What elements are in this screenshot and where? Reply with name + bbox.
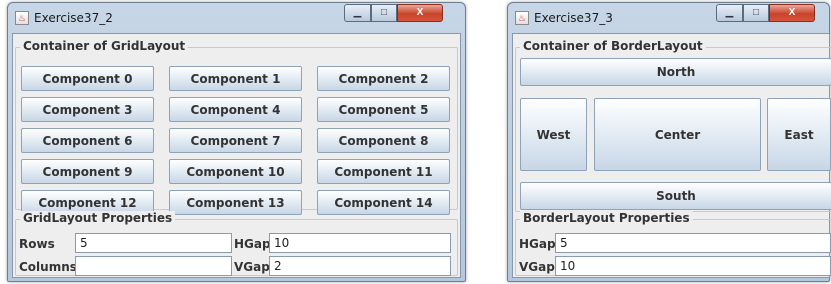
- title-bar[interactable]: ♨ Exercise37_3 ▁ □ X: [508, 3, 829, 33]
- java-app-icon: ♨: [515, 11, 529, 25]
- vgap-label: VGap: [519, 260, 555, 274]
- java-app-icon: ♨: [15, 11, 29, 25]
- minimize-button[interactable]: ▁: [716, 4, 743, 22]
- columns-field[interactable]: [75, 256, 232, 276]
- vgap-label: VGap: [234, 260, 270, 274]
- title-bar[interactable]: ♨ Exercise37_2 ▁ □ X: [8, 3, 465, 33]
- grid-component-button-0[interactable]: Component 0: [21, 66, 154, 91]
- close-icon: X: [416, 7, 424, 18]
- grid-component-button-1[interactable]: Component 1: [169, 66, 302, 91]
- vgap-field[interactable]: [555, 256, 831, 276]
- minimize-icon: ▁: [725, 7, 734, 18]
- maximize-icon: □: [752, 7, 760, 18]
- window-title: Exercise37_3: [534, 11, 613, 25]
- columns-label: Columns: [19, 260, 77, 274]
- grid-component-button-4[interactable]: Component 4: [169, 97, 302, 122]
- grid-component-button-8[interactable]: Component 8: [317, 128, 450, 153]
- rows-field[interactable]: [75, 233, 232, 253]
- grid-component-button-9[interactable]: Component 9: [21, 159, 154, 184]
- caption-buttons: ▁ □ X: [716, 4, 831, 23]
- rows-label: Rows: [19, 237, 55, 251]
- hgap-field[interactable]: [269, 233, 451, 253]
- vgap-field[interactable]: [269, 256, 451, 276]
- window-exercise37-2: ♨ Exercise37_2 ▁ □ X Container of GridLa…: [7, 2, 466, 282]
- maximize-button[interactable]: □: [743, 4, 769, 22]
- grid-component-button-3[interactable]: Component 3: [21, 97, 154, 122]
- grid-component-button-6[interactable]: Component 6: [21, 128, 154, 153]
- grid-component-button-2[interactable]: Component 2: [317, 66, 450, 91]
- minimize-icon: ▁: [353, 7, 362, 18]
- grid-component-button-10[interactable]: Component 10: [169, 159, 302, 184]
- grid-component-button-14[interactable]: Component 14: [317, 190, 450, 215]
- grid-component-button-13[interactable]: Component 13: [169, 190, 302, 215]
- close-icon: X: [788, 7, 796, 18]
- minimize-button[interactable]: ▁: [344, 4, 371, 22]
- hgap-label: HGap: [234, 237, 271, 251]
- gridlayout-properties-title: GridLayout Properties: [20, 211, 176, 225]
- hgap-label: HGap: [519, 237, 556, 251]
- content-pane: Container of GridLayout Component 0 Compo…: [12, 33, 461, 278]
- close-button[interactable]: X: [397, 4, 443, 22]
- north-button[interactable]: North: [520, 58, 831, 86]
- maximize-icon: □: [380, 7, 388, 18]
- south-button[interactable]: South: [520, 182, 831, 210]
- hgap-field[interactable]: [555, 233, 831, 253]
- grid-container-title: Container of GridLayout: [20, 39, 189, 53]
- grid-component-button-5[interactable]: Component 5: [317, 97, 450, 122]
- grid-component-button-7[interactable]: Component 7: [169, 128, 302, 153]
- caption-buttons: ▁ □ X: [344, 4, 462, 23]
- center-button[interactable]: Center: [594, 98, 761, 171]
- border-container-title: Container of BorderLayout: [520, 39, 706, 53]
- close-button[interactable]: X: [769, 4, 815, 22]
- content-pane: Container of BorderLayout North West Cen…: [512, 33, 831, 278]
- maximize-button[interactable]: □: [371, 4, 397, 22]
- window-title: Exercise37_2: [34, 11, 113, 25]
- borderlayout-properties-title: BorderLayout Properties: [520, 211, 693, 225]
- window-exercise37-3: ♨ Exercise37_3 ▁ □ X Container of Border…: [507, 2, 831, 282]
- west-button[interactable]: West: [520, 98, 587, 171]
- east-button[interactable]: East: [767, 98, 831, 171]
- grid-component-button-11[interactable]: Component 11: [317, 159, 450, 184]
